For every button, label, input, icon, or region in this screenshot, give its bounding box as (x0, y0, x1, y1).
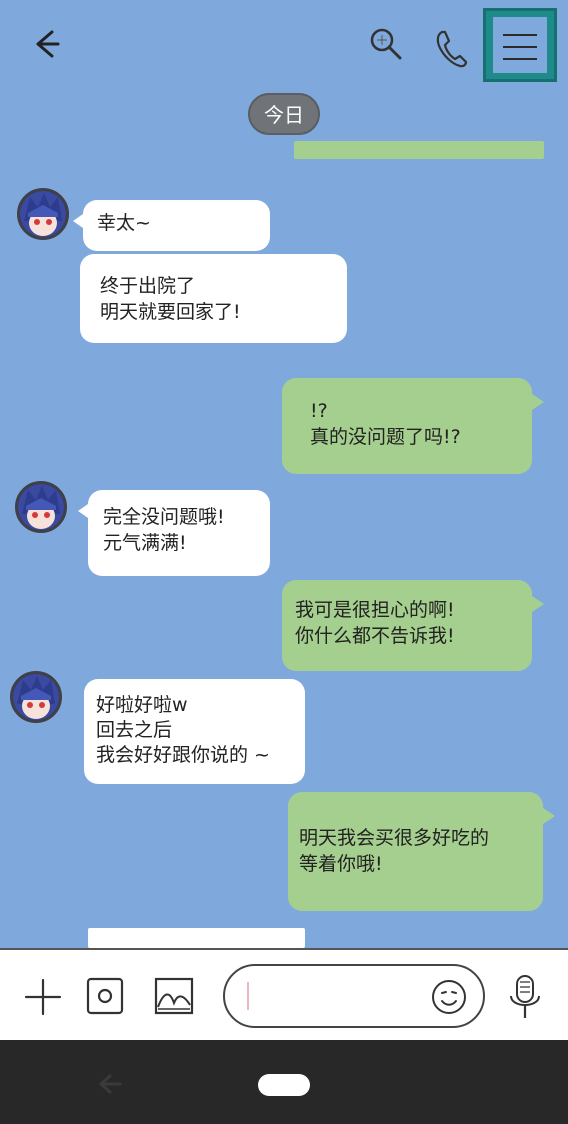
microphone-icon[interactable] (508, 974, 542, 1022)
partial-message-strip (88, 928, 305, 948)
nav-back-icon[interactable] (98, 1074, 122, 1094)
image-icon[interactable] (154, 977, 194, 1015)
avatar[interactable] (10, 671, 62, 723)
avatar[interactable] (15, 481, 67, 533)
message-bubble-incoming[interactable]: 好啦好啦w 回去之后 我会好好跟你说的 ~ (84, 679, 305, 784)
message-bubble-incoming[interactable]: 幸太~ (73, 200, 270, 251)
nav-home-button[interactable] (258, 1074, 310, 1096)
phone-icon[interactable] (434, 28, 470, 70)
plus-icon[interactable] (24, 978, 62, 1016)
text-cursor (247, 982, 249, 1010)
camera-icon[interactable] (86, 977, 124, 1015)
message-bubble-incoming[interactable]: 终于出院了 明天就要回家了! (80, 254, 347, 343)
back-arrow-icon[interactable] (30, 28, 62, 60)
message-input-field[interactable] (223, 964, 485, 1028)
message-bubble-incoming[interactable]: 完全没问题哦! 元气满满! (78, 490, 270, 576)
system-navigation-bar (0, 1040, 568, 1124)
partial-message-strip (294, 141, 544, 159)
avatar[interactable] (17, 188, 69, 240)
menu-button[interactable] (483, 8, 557, 82)
hamburger-menu-icon (493, 17, 547, 73)
search-icon[interactable] (368, 26, 404, 62)
message-bubble-outgoing[interactable]: 明天我会买很多好吃的 等着你哦! (288, 792, 555, 911)
message-bubble-outgoing[interactable]: 我可是很担心的啊! 你什么都不告诉我! (282, 580, 544, 671)
message-bubble-outgoing[interactable]: !? 真的没问题了吗!? (282, 378, 544, 474)
message-input-bar (0, 948, 568, 1042)
date-badge: 今日 (248, 93, 320, 135)
smiley-icon[interactable] (431, 979, 467, 1015)
